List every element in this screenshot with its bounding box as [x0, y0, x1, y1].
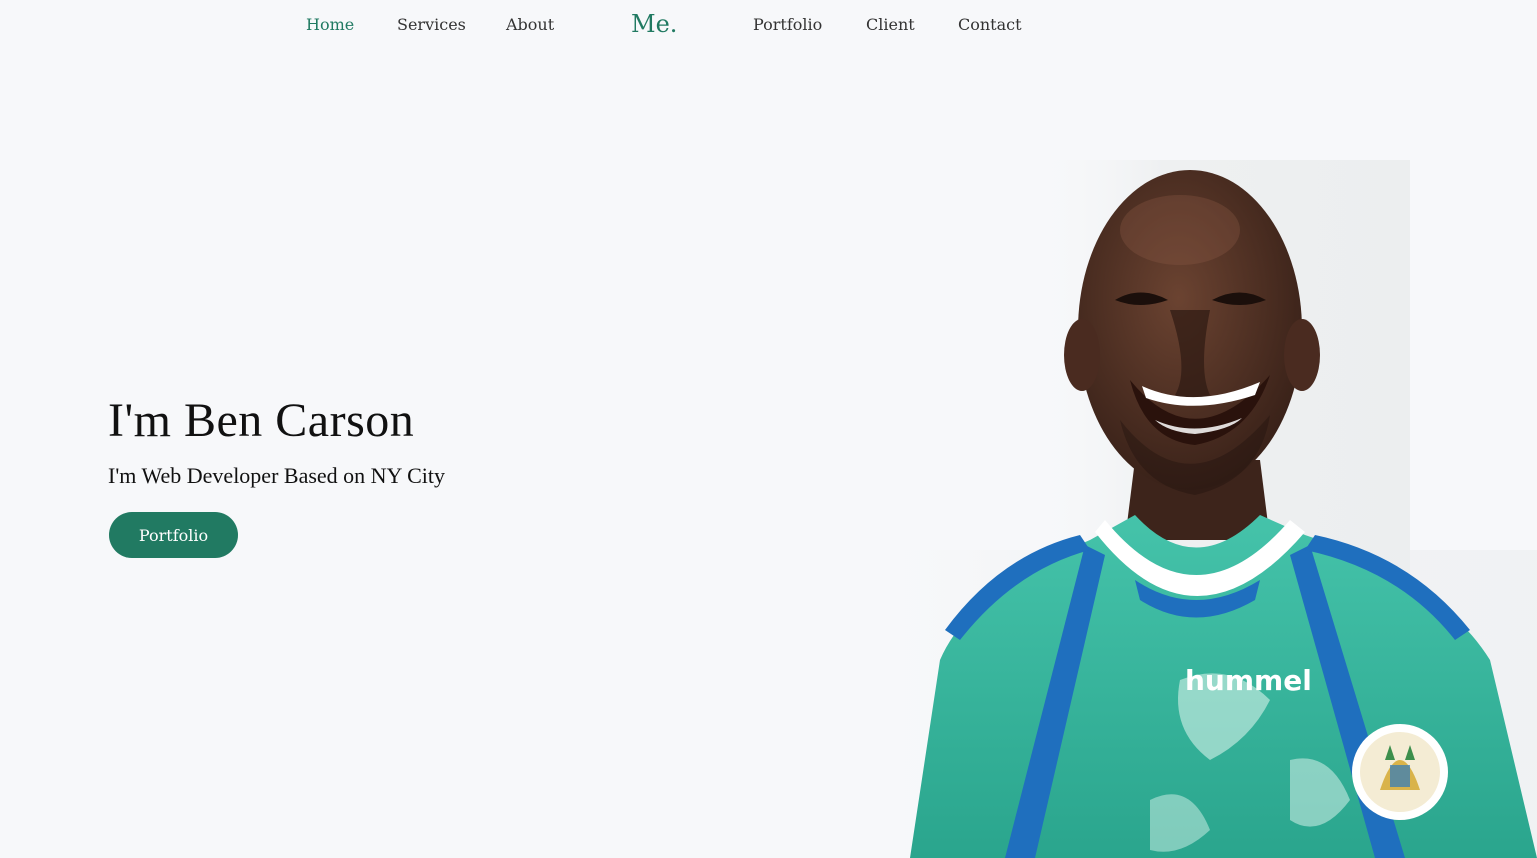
hero-subtitle: I'm Web Developer Based on NY City [108, 463, 446, 488]
portrait-photo-icon: hummel [850, 160, 1537, 858]
page: Home Services About Me. Portfolio Client… [0, 0, 1537, 858]
nav-item-home[interactable]: Home [306, 15, 354, 34]
nav-item-contact[interactable]: Contact [958, 15, 1022, 34]
nav-item-portfolio[interactable]: Portfolio [753, 15, 822, 34]
nav-item-services[interactable]: Services [397, 15, 466, 34]
nav-item-about[interactable]: About [506, 15, 554, 34]
jersey-brand-text: hummel [1185, 664, 1312, 697]
hero-title: I'm Ben Carson [108, 394, 415, 447]
portfolio-button[interactable]: Portfolio [109, 512, 238, 558]
site-logo[interactable]: Me. [631, 10, 677, 38]
nav-item-client[interactable]: Client [866, 15, 915, 34]
top-nav: Home Services About Me. Portfolio Client… [0, 0, 1537, 52]
hero-portrait: hummel [850, 160, 1537, 858]
